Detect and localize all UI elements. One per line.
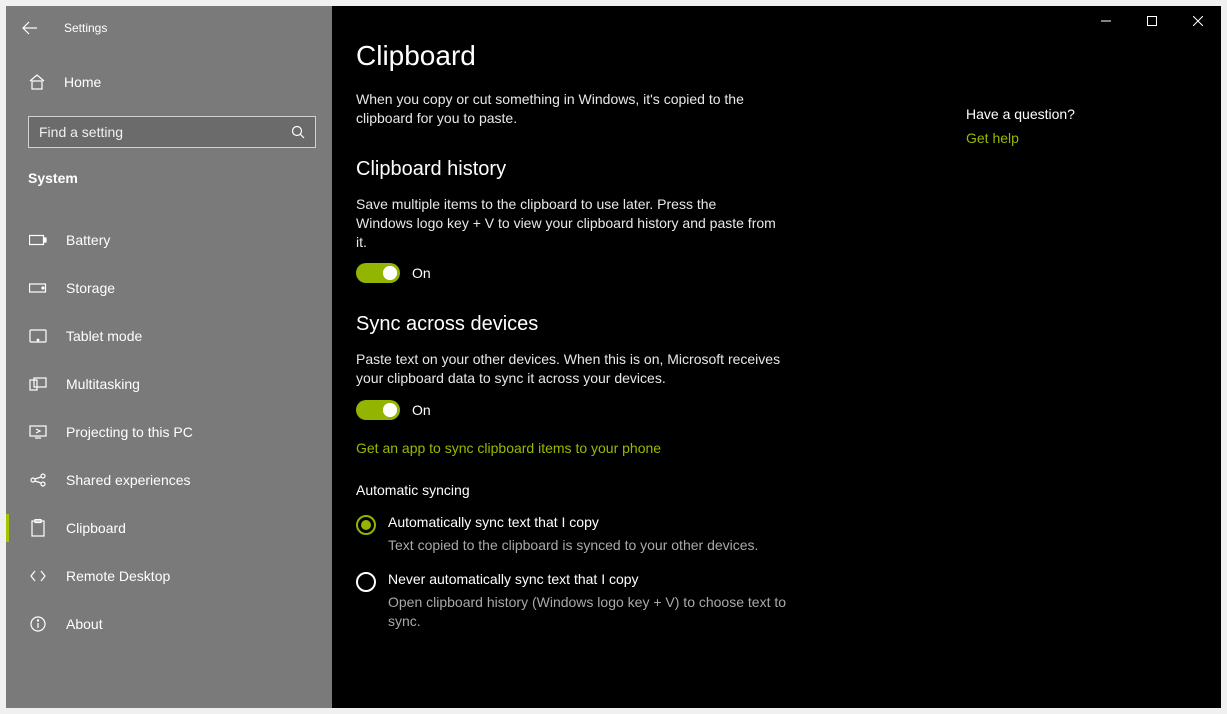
category-label: System — [6, 148, 332, 198]
section-sync: Sync across devices — [356, 313, 926, 336]
search-box[interactable] — [28, 116, 316, 148]
sidebar-item-label: Shared experiences — [66, 472, 191, 488]
radio-auto[interactable] — [356, 515, 376, 535]
sidebar-item-label: Battery — [66, 232, 110, 248]
clipboard-icon — [28, 518, 48, 538]
history-toggle[interactable] — [356, 263, 400, 283]
auto-sync-label: Automatic syncing — [356, 482, 926, 498]
sync-toggle-state: On — [412, 402, 431, 418]
get-app-link[interactable]: Get an app to sync clipboard items to yo… — [356, 440, 926, 456]
intro-text: When you copy or cut something in Window… — [356, 90, 776, 128]
sidebar-item-tablet-mode[interactable]: Tablet mode — [6, 314, 332, 358]
sidebar-item-label: Storage — [66, 280, 115, 296]
help-panel: Have a question? Get help — [966, 106, 1075, 708]
multitasking-icon — [28, 374, 48, 394]
tablet-icon — [28, 326, 48, 346]
history-desc: Save multiple items to the clipboard to … — [356, 195, 776, 252]
maximize-button[interactable] — [1129, 6, 1175, 36]
page-title: Clipboard — [356, 40, 926, 72]
projecting-icon — [28, 422, 48, 442]
search-wrap — [28, 116, 316, 148]
sidebar-item-storage[interactable]: Storage — [6, 266, 332, 310]
sidebar: Settings Home Syste — [6, 6, 332, 708]
sidebar-item-clipboard[interactable]: Clipboard — [6, 506, 332, 550]
battery-icon — [28, 230, 48, 250]
radio-never-desc: Open clipboard history (Windows logo key… — [388, 593, 816, 631]
sidebar-item-label: Clipboard — [66, 520, 126, 536]
about-icon — [28, 614, 48, 634]
radio-auto-desc: Text copied to the clipboard is synced t… — [388, 536, 758, 555]
close-button[interactable] — [1175, 6, 1221, 36]
minimize-button[interactable] — [1083, 6, 1129, 36]
sync-desc: Paste text on your other devices. When t… — [356, 350, 796, 388]
home-button[interactable]: Home — [6, 60, 332, 104]
radio-never[interactable] — [356, 572, 376, 592]
settings-window: Settings Home Syste — [6, 6, 1221, 708]
sidebar-item-label: Projecting to this PC — [66, 424, 193, 440]
window-controls — [1083, 6, 1221, 36]
sync-toggle[interactable] — [356, 400, 400, 420]
search-icon — [291, 125, 305, 139]
section-clipboard-history: Clipboard history — [356, 158, 926, 181]
get-help-link[interactable]: Get help — [966, 130, 1019, 146]
history-toggle-state: On — [412, 265, 431, 281]
home-icon — [28, 73, 46, 91]
sidebar-item-label: Multitasking — [66, 376, 140, 392]
sidebar-header: Settings — [6, 6, 332, 50]
radio-auto-title: Automatically sync text that I copy — [388, 514, 758, 530]
back-button[interactable] — [20, 18, 40, 38]
radio-option-never[interactable]: Never automatically sync text that I cop… — [356, 571, 816, 631]
remote-desktop-icon — [28, 566, 48, 586]
shared-icon — [28, 470, 48, 490]
home-label: Home — [64, 74, 101, 90]
storage-icon — [28, 278, 48, 298]
search-input[interactable] — [39, 124, 291, 140]
sidebar-item-label: Tablet mode — [66, 328, 142, 344]
help-question: Have a question? — [966, 106, 1075, 122]
radio-option-auto[interactable]: Automatically sync text that I copy Text… — [356, 514, 816, 555]
sidebar-item-label: About — [66, 616, 103, 632]
sidebar-item-remote-desktop[interactable]: Remote Desktop — [6, 554, 332, 598]
main-content: Clipboard When you copy or cut something… — [332, 6, 1221, 708]
app-title: Settings — [64, 21, 107, 35]
radio-never-title: Never automatically sync text that I cop… — [388, 571, 816, 587]
sidebar-item-battery[interactable]: Battery — [6, 218, 332, 262]
sidebar-item-label: Remote Desktop — [66, 568, 170, 584]
sidebar-item-shared-experiences[interactable]: Shared experiences — [6, 458, 332, 502]
sidebar-item-projecting[interactable]: Projecting to this PC — [6, 410, 332, 454]
sidebar-item-multitasking[interactable]: Multitasking — [6, 362, 332, 406]
sidebar-item-about[interactable]: About — [6, 602, 332, 646]
